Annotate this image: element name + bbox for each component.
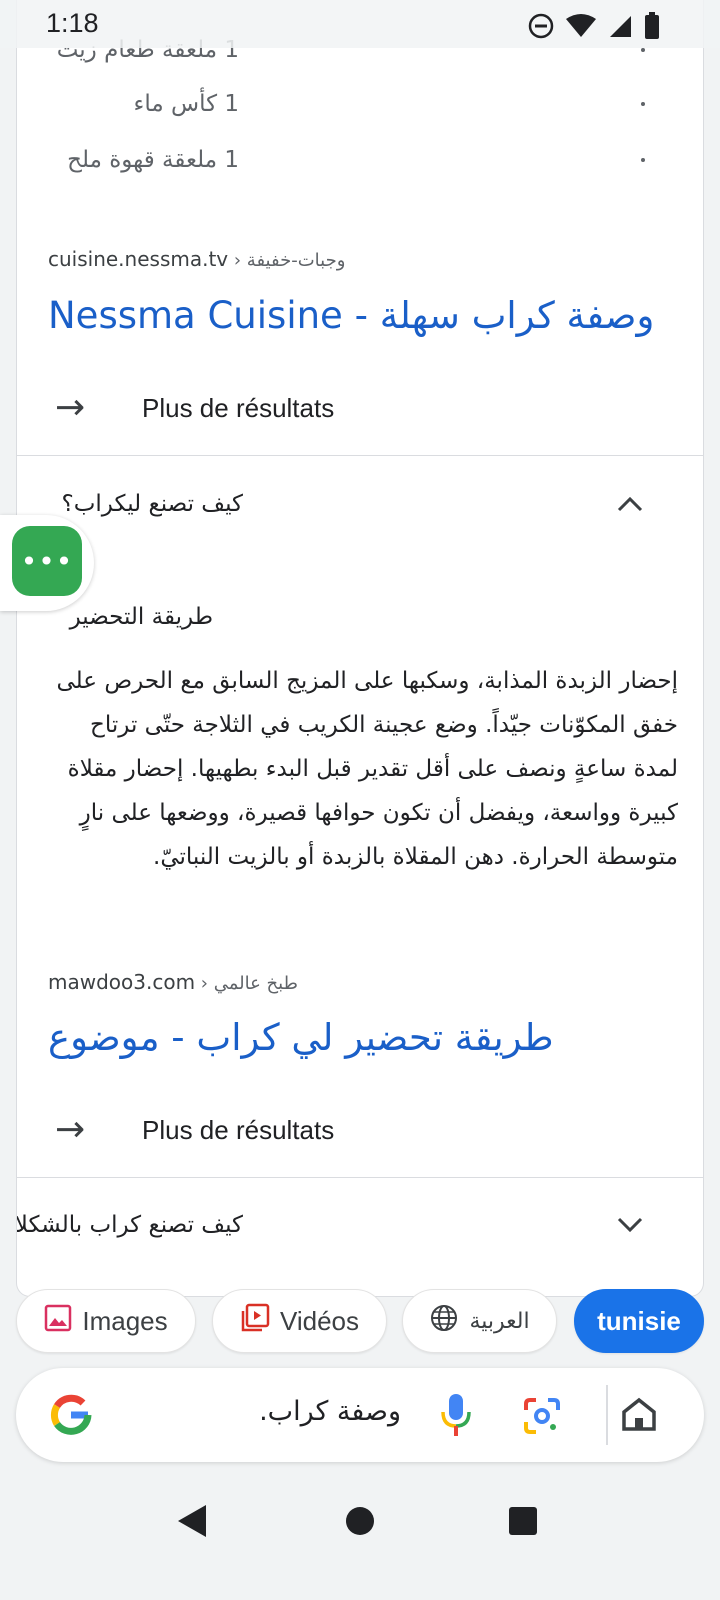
home-nav-icon[interactable] [345,1506,375,1540]
result-cite: mawdoo3.com › طبخ عالمي [48,970,298,994]
google-logo [48,1392,94,1442]
dnd-icon [528,13,554,43]
answer-text: إحضار الزبدة المذابة، وسكبها على المزيج … [56,668,678,870]
arrow-right-icon: → [55,387,86,428]
result-cite: cuisine.nessma.tv › وجبات-خفيفة [48,247,345,271]
chip-tunisie-label: tunisie [597,1305,681,1336]
ingredient-text: 1 كأس ماء [133,91,239,117]
bullet [641,48,645,52]
video-icon [240,1303,270,1340]
cite-path: › وجبات-خفيفة [228,250,346,271]
ingredient-text: 1 ملعقة قهوة ملح [67,147,239,173]
home-icon[interactable] [621,1396,657,1436]
back-icon[interactable] [176,1503,208,1543]
bullet [641,158,645,162]
more-results-button[interactable]: → Plus de résultats [17,1095,703,1165]
list-item: 1 ملعقة قهوة ملح [17,140,703,180]
chip-videos[interactable]: Vidéos [212,1289,387,1353]
more-results-button[interactable]: → Plus de résultats [17,373,703,443]
status-icons [528,12,660,44]
faq-question-text: كيف تصنع ليكراب؟ [61,491,243,517]
result-title-link[interactable]: Nessma Cuisine - وصفة كراب سهلة [48,294,654,337]
chip-videos-label: Vidéos [279,1305,360,1336]
search-bar[interactable]: وصفة كراب. [16,1368,704,1462]
results-card: 1 ملعقة طعام زيت 1 كأس ماء 1 ملعقة قهوة … [16,0,704,1297]
divider [17,1177,703,1178]
chip-images[interactable]: Images [16,1289,196,1353]
chip-tunisie[interactable]: tunisie [574,1289,704,1353]
chip-arabic-label: العربية [469,1308,530,1334]
more-results-label: Plus de résultats [142,392,335,423]
list-item: 1 كأس ماء [17,84,703,124]
chip-arabic[interactable]: العربية [402,1289,557,1353]
result-title-link[interactable]: طريقة تحضير لي كراب - موضوع [48,1016,554,1059]
cite-domain: cuisine.nessma.tv [48,247,229,271]
more-dots-icon[interactable]: ••• [12,526,82,596]
more-results-label: Plus de résultats [142,1114,335,1145]
bullet [641,102,645,106]
divider [17,455,703,456]
status-bar: 1:18 [0,0,720,48]
cite-domain: mawdoo3.com [48,970,196,994]
search-query[interactable]: وصفة كراب. [259,1396,401,1427]
image-icon [44,1304,72,1339]
cite-path: › طبخ عالمي [195,973,298,994]
wifi-icon [566,14,596,42]
recents-icon[interactable] [508,1506,538,1540]
globe-icon [429,1303,459,1340]
chevron-up-icon [617,490,643,518]
faq-question-expanded[interactable]: كيف تصنع ليكراب؟ [17,464,703,544]
signal-icon [608,14,632,42]
chip-images-label: Images [82,1305,168,1336]
faq-question-text: كيف تصنع كراب بالشكلاطة؟ [16,1212,243,1238]
arrow-right-icon: → [55,1109,86,1150]
filter-chips: Images Vidéos العربية tunisie [0,1289,720,1353]
separator [606,1385,608,1445]
status-time: 1:18 [46,8,99,38]
chevron-down-icon [617,1211,643,1239]
answer-subheading: طريقة التحضير [69,604,213,630]
mic-icon[interactable] [440,1392,472,1442]
floating-bubble: ••• [0,515,94,611]
faq-question-collapsed[interactable]: كيف تصنع كراب بالشكلاطة؟ [17,1185,703,1265]
system-nav-bar [0,1478,720,1600]
battery-icon [644,12,660,44]
lens-icon[interactable] [522,1396,562,1440]
